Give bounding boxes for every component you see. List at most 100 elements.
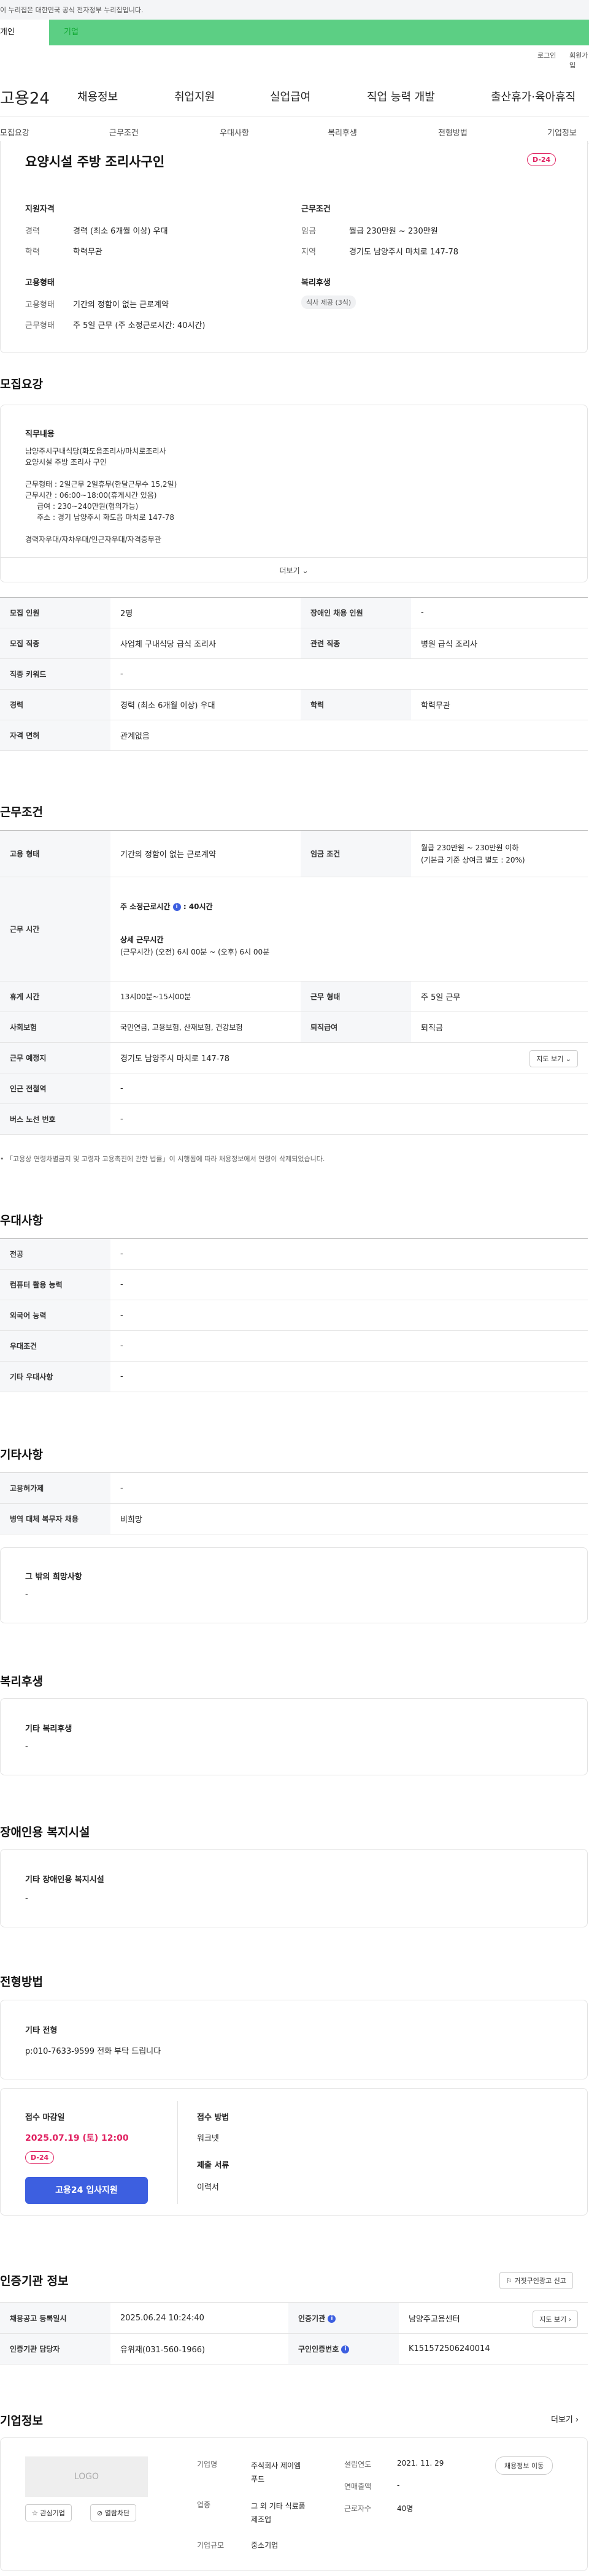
duty-line: 근무시간 : 06:00~18:00(휴게시간 있음) — [25, 491, 157, 500]
org-map-button[interactable]: 지도 보기 › — [533, 2311, 578, 2328]
area-value: 경기도 남양주시 마치로 147-78 — [349, 248, 459, 257]
company-jobs-button[interactable]: 채용정보 이동 — [495, 2456, 553, 2475]
docs-value: 이력서 — [197, 2183, 219, 2192]
scale-value: 중소기업 — [251, 2541, 279, 2550]
more-button[interactable]: 더보기 ⌄ — [1, 557, 587, 582]
apply-card: 접수 마감일 2025.07.19 (토) 12:00 D-24 고용24 입사… — [0, 2088, 588, 2216]
emp-value: 기간의 정함이 없는 근로계약 — [73, 300, 169, 310]
tab-work-conditions[interactable]: 근무조건 — [109, 126, 139, 138]
favorite-company-button[interactable]: ☆ 관심기업 — [25, 2504, 72, 2521]
table-cell: - — [411, 597, 588, 628]
table-header: 외국어 능력 — [0, 1300, 110, 1331]
table-row: 병역 대체 복무자 채용 비희망 — [0, 1503, 588, 1534]
table-header: 학력 — [301, 689, 411, 720]
pref-table: 전공 - 컴퓨터 활용 능력 - 외국어 능력 - 우대조건 - 기타 우대사항 - — [0, 1238, 588, 1392]
table-row: 모집 직종 사업체 구내식당 급식 조리사 관련 직종 병원 급식 조리사 — [0, 628, 588, 659]
apply-button[interactable]: 고용24 입사지원 — [25, 2177, 148, 2204]
work-place-value: 경기도 남양주시 마치로 147-78 — [120, 1054, 230, 1064]
tab-personal-label: 개인 — [0, 28, 15, 37]
table-header: 전공 — [0, 1238, 110, 1270]
table-cell: 월급 230만원 ~ 230만원 이하 (기본급 기준 상여금 별도 : 20%) — [411, 830, 588, 877]
join-link[interactable]: 회원가입 — [569, 50, 589, 70]
job-summary-card: 요양시설 주방 조리사구인 D-24 지원자격 경력 경력 (최소 6개월 이상… — [0, 141, 588, 353]
table-cell: 경기도 남양주시 마치로 147-78 지도 보기 ⌄ — [110, 1042, 588, 1073]
table-header: 인근 전철역 — [0, 1073, 110, 1104]
table-row: 외국어 능력 - — [0, 1300, 588, 1331]
tab-process[interactable]: 전형방법 — [438, 126, 468, 138]
table-row: 컴퓨터 활용 능력 - — [0, 1269, 588, 1300]
sales-label: 연매출액 — [344, 2482, 372, 2491]
job-title: 요양시설 주방 조리사구인 — [25, 154, 165, 169]
disab-card: 기타 장애인용 복지시설 - — [0, 1849, 588, 1927]
login-link[interactable]: 로그인 — [537, 50, 556, 60]
tab-welfare[interactable]: 복리후생 — [328, 126, 357, 138]
site-logo[interactable]: 고용24 — [0, 86, 50, 109]
table-cell: - — [110, 1473, 588, 1504]
table-header: 퇴직급여 — [301, 1012, 411, 1043]
duty-content: 남양주시구내식당(화도읍조리사/마치로조리사 요양시설 주방 조리사 구인 근무형… — [25, 446, 177, 545]
company-logo: LOGO — [25, 2456, 148, 2497]
report-label: 거짓구인광고 신고 — [514, 2277, 566, 2285]
map-button[interactable]: 지도 보기 ⌄ — [529, 1050, 578, 1067]
table-row: 인근 전철역 - — [0, 1073, 588, 1104]
work-table: 고용 형태 기간의 정함이 없는 근로계약 임금 조건 월급 230만원 ~ 2… — [0, 830, 588, 1135]
process-box-title: 기타 전형 — [25, 2026, 58, 2035]
process-card: 기타 전형 p:010-7633-9599 전화 부탁 드립니다 — [0, 2000, 588, 2079]
gnb-item-employment-support[interactable]: 취업지원 — [174, 88, 215, 104]
gov-notice-text: 이 누리집은 대한민국 공식 전자정부 누리집입니다. — [0, 6, 144, 14]
table-row: 고용 형태 기간의 정함이 없는 근로계약 임금 조건 월급 230만원 ~ 2… — [0, 830, 588, 877]
tab-business[interactable]: 기업 — [64, 20, 113, 45]
industry-value: 그 외 기타 식료품제조업 — [251, 2499, 306, 2526]
info-icon[interactable]: i — [172, 902, 181, 911]
company-name-line-2: 푸드 — [251, 2475, 265, 2483]
table-row: 고용허가제 - — [0, 1473, 588, 1504]
hours-label: 근무형태 — [25, 321, 55, 330]
edu-label: 학력 — [25, 248, 40, 257]
tab-personal[interactable]: 개인 — [0, 20, 49, 45]
emp-label: 고용형태 — [25, 300, 55, 310]
notice-bullet-icon: • — [0, 1155, 6, 1163]
welfare-box-title: 기타 복리후생 — [25, 1724, 72, 1734]
table-header: 경력 — [0, 689, 110, 720]
info-icon[interactable]: i — [328, 2315, 336, 2323]
duty-card: 직무내용 남양주시구내식당(화도읍조리사/마치로조리사 요양시설 주방 조리사 구… — [0, 405, 588, 582]
qual-title: 지원자격 — [25, 205, 55, 214]
table-cell: - — [110, 1103, 588, 1135]
table-cell: 기간의 정함이 없는 근로계약 — [110, 830, 301, 877]
table-cell: - — [110, 1238, 588, 1270]
table-header: 기타 우대사항 — [0, 1361, 110, 1392]
gnb-item-unemployment-benefit[interactable]: 실업급여 — [270, 88, 310, 104]
block-view-button[interactable]: ⊘ 열람차단 — [90, 2504, 137, 2521]
industry-line-2: 제조업 — [251, 2515, 272, 2524]
weekly-hours-value: : 40시간 — [183, 902, 213, 911]
gnb-item-parental-leave[interactable]: 출산휴가·육아휴직 — [491, 88, 576, 104]
duty-line: 근무형태 : 2일근무 2일휴무(한달근무수 15,2일) — [25, 480, 177, 489]
table-cell: - — [110, 1073, 588, 1104]
table-header: 인증기관 i — [288, 2303, 399, 2334]
wage-label: 임금 — [301, 227, 316, 236]
table-row: 사회보험 국민연금, 고용보험, 산재보험, 건강보험 퇴직급여 퇴직금 — [0, 1012, 588, 1043]
tab-company[interactable]: 기업정보 — [547, 126, 577, 138]
hours-value: 주 5일 근무 (주 소정근로시간: 40시간) — [73, 321, 206, 330]
wage-line-1: 월급 230만원 ~ 230만원 이하 — [421, 843, 519, 852]
gnb-item-training[interactable]: 직업 능력 개발 — [367, 88, 435, 104]
tab-preferences[interactable]: 우대사항 — [220, 126, 249, 138]
company-more-link[interactable]: 더보기 › — [551, 2413, 579, 2425]
table-row: 우대조건 - — [0, 1330, 588, 1362]
age-notice: • 「고용상 연령차별금지 및 고령자 고용촉진에 관한 법률」이 시행됨에 따… — [0, 1154, 325, 1164]
table-cell: K151572506240014 — [399, 2333, 588, 2365]
table-header: 근무 형태 — [301, 981, 411, 1012]
info-icon[interactable]: i — [341, 2345, 350, 2353]
duty-line: 주소 : 경기 남양주시 화도읍 마치로 147-78 — [25, 513, 175, 522]
gnb-item-jobs[interactable]: 채용정보 — [77, 88, 118, 104]
career-label: 경력 — [25, 227, 40, 236]
report-button[interactable]: ⚐ 거짓구인광고 신고 — [499, 2272, 573, 2289]
org-map-label: 지도 보기 — [539, 2315, 567, 2323]
tab-recruit[interactable]: 모집요강 — [0, 126, 29, 138]
table-cell: 13시00분~15시00분 — [110, 981, 301, 1012]
more-label: 더보기 — [279, 566, 300, 575]
table-header: 고용허가제 — [0, 1473, 110, 1504]
work-section-title: 근무조건 — [0, 806, 43, 819]
table-cell: 남양주고용센터 지도 보기 › — [399, 2303, 588, 2334]
industry-line-1: 그 외 기타 식료품 — [251, 2502, 306, 2510]
